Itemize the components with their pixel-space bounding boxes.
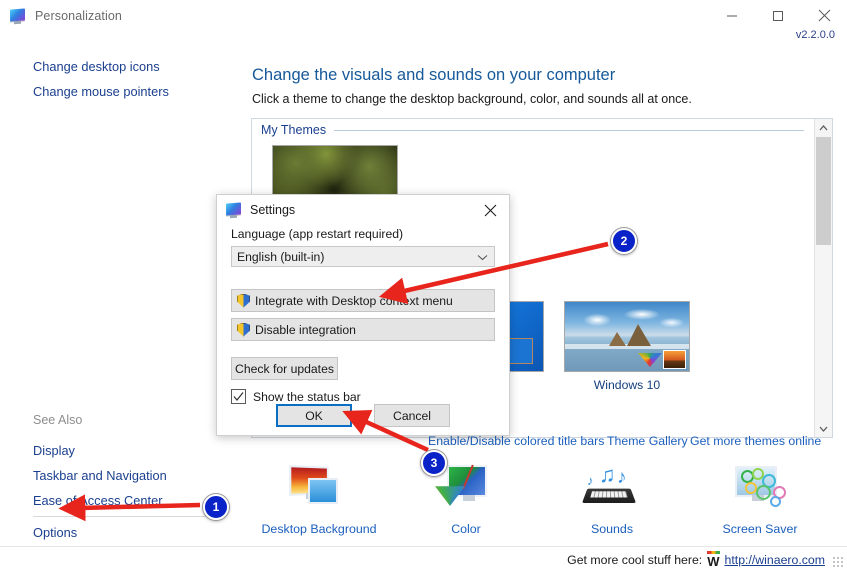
annotation-badge-3: 3: [421, 450, 447, 476]
monitor-icon: [10, 7, 26, 24]
settings-dialog-titlebar: Settings: [217, 195, 509, 225]
sounds-icon: ♪ ♫ ♪: [577, 462, 647, 520]
nav-link-display[interactable]: Display: [33, 443, 75, 458]
scrollbar-thumb[interactable]: [816, 137, 831, 245]
status-bar-content: Get more cool stuff here: W http://winae…: [567, 551, 825, 569]
language-label: Language (app restart required): [231, 227, 404, 241]
winaero-link[interactable]: http://winaero.com: [725, 553, 825, 567]
settings-dialog: Settings Language (app restart required)…: [216, 194, 510, 436]
check-for-updates-button[interactable]: Check for updates: [231, 357, 338, 380]
status-bar-prefix: Get more cool stuff here:: [567, 553, 703, 567]
minimize-icon[interactable]: [709, 0, 755, 31]
close-icon[interactable]: [801, 0, 847, 31]
integrate-with-desktop-context-menu-button[interactable]: Integrate with Desktop context menu: [231, 289, 495, 312]
rock-small: [609, 332, 626, 346]
sidebar-divider: [33, 516, 213, 517]
themes-scrollbar[interactable]: [814, 119, 832, 437]
uac-shield-icon: [237, 294, 250, 308]
maximize-icon[interactable]: [755, 0, 801, 31]
bottom-item-label: Sounds: [590, 522, 634, 536]
resize-grip-icon[interactable]: [833, 557, 843, 567]
cancel-button[interactable]: Cancel: [374, 404, 450, 427]
personalization-window: Personalization v2.2.0.0 Change desktop …: [0, 0, 847, 571]
winaero-logo-icon: W: [707, 551, 720, 569]
scroll-up-icon[interactable]: [815, 119, 832, 136]
show-status-bar-checkbox[interactable]: [231, 389, 246, 404]
theme-tile-windows-10[interactable]: Windows 10: [564, 301, 690, 392]
bottom-item-screen-saver[interactable]: Screen Saver: [700, 462, 820, 536]
annotation-badge-1: 1: [203, 494, 229, 520]
link-enable-disable-colored-title-bars[interactable]: Enable/Disable colored title bars: [428, 434, 604, 448]
monitor-icon: [226, 202, 242, 218]
theme-caption: Windows 10: [593, 378, 661, 392]
chevron-down-icon: [477, 250, 488, 264]
disable-button-label: Disable integration: [255, 322, 356, 337]
picture-icon: [663, 350, 686, 369]
group-rule: [334, 129, 804, 131]
bottom-item-sounds[interactable]: ♪ ♫ ♪ Sounds: [552, 462, 672, 536]
settings-dialog-title: Settings: [250, 203, 296, 217]
show-status-bar-label: Show the status bar: [253, 389, 361, 404]
ok-button[interactable]: OK: [276, 404, 352, 427]
bottom-item-label: Desktop Background: [261, 522, 377, 536]
my-themes-label: My Themes: [261, 123, 327, 137]
nav-link-options[interactable]: Options: [33, 525, 77, 540]
uac-shield-icon: [237, 323, 250, 337]
nav-link-taskbar-and-navigation[interactable]: Taskbar and Navigation: [33, 468, 167, 483]
language-select-value: English (built-in): [237, 249, 325, 264]
link-theme-gallery[interactable]: Theme Gallery: [607, 434, 688, 448]
nav-link-change-desktop-icons[interactable]: Change desktop icons: [33, 59, 160, 74]
dialog-button-row: OK Cancel: [217, 404, 509, 427]
nav-link-ease-of-access-center[interactable]: Ease of Access Center: [33, 493, 162, 508]
disable-integration-button[interactable]: Disable integration: [231, 318, 495, 341]
page-title: Change the visuals and sounds on your co…: [252, 66, 616, 84]
bottom-item-label: Screen Saver: [722, 522, 798, 536]
theme-thumbnail[interactable]: [564, 301, 690, 372]
version-label: v2.2.0.0: [795, 29, 835, 41]
settings-dialog-body: Language (app restart required) English …: [217, 227, 509, 404]
caption-button-group: [709, 0, 847, 31]
bottom-item-desktop-background[interactable]: Desktop Background: [259, 462, 379, 536]
theme-overlay-badge: [638, 343, 686, 369]
window-titlebar: Personalization: [0, 0, 847, 31]
see-also-label: See Also: [33, 413, 83, 427]
language-select[interactable]: English (built-in): [231, 246, 495, 267]
annotation-badge-2: 2: [611, 228, 637, 254]
window-title: Personalization: [35, 8, 122, 23]
integrate-button-label: Integrate with Desktop context menu: [255, 293, 453, 308]
color-fan-icon: [638, 353, 662, 367]
screen-saver-icon: [725, 462, 795, 520]
status-bar: Get more cool stuff here: W http://winae…: [0, 546, 847, 571]
close-icon[interactable]: [471, 195, 509, 225]
bottom-item-label: Color: [451, 522, 481, 536]
my-themes-group-header: My Themes: [261, 123, 804, 137]
nav-link-change-mouse-pointers[interactable]: Change mouse pointers: [33, 84, 169, 99]
desktop-background-icon: [284, 462, 354, 520]
bottom-item-color[interactable]: Color: [406, 462, 526, 536]
link-get-more-themes-online[interactable]: Get more themes online: [690, 434, 821, 448]
show-status-bar-checkbox-row[interactable]: Show the status bar: [231, 389, 495, 404]
page-subtitle: Click a theme to change the desktop back…: [252, 92, 692, 106]
